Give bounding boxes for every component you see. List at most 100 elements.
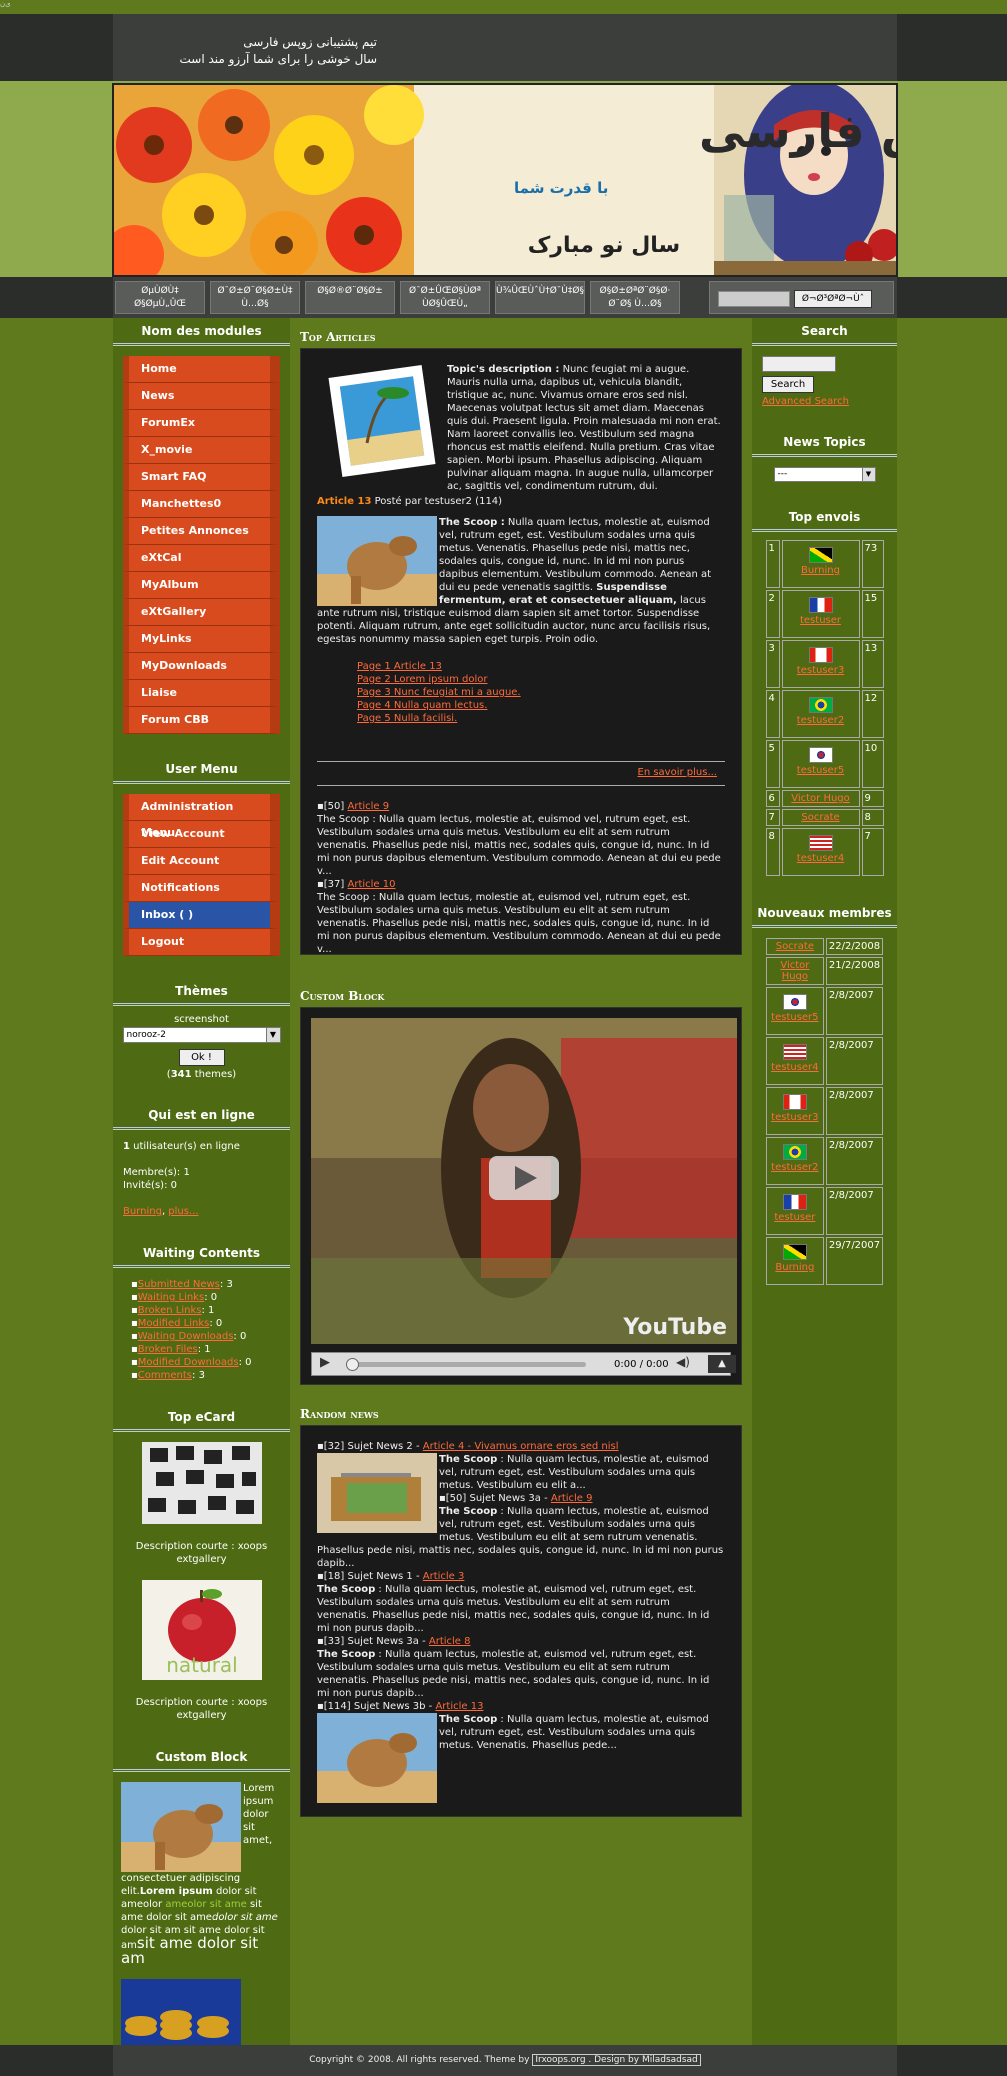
banner-title: زوپس فارسی xyxy=(699,104,896,159)
date-cell: 2/8/2007 xyxy=(825,1187,884,1235)
nav-item-4[interactable]: Ø¯Ø±ÛŒØ§ÙØª ÙØ§ÛŒÙ„ xyxy=(400,281,490,314)
video-scrubber[interactable] xyxy=(346,1358,359,1371)
user-link[interactable]: testuser3 xyxy=(797,665,844,676)
module-mydownloads[interactable]: MyDownloads xyxy=(123,653,280,680)
article-9-link[interactable]: Article 9 xyxy=(348,801,390,812)
article-10-link[interactable]: Article 10 xyxy=(348,879,396,890)
online-more-link[interactable]: plus... xyxy=(168,1206,198,1217)
module-x-movie[interactable]: X_movie xyxy=(123,437,280,464)
user-link[interactable]: testuser4 xyxy=(797,853,844,864)
random-link[interactable]: Article 13 xyxy=(435,1701,483,1712)
user-admin-menu[interactable]: Administration Menu xyxy=(123,794,280,839)
video-controls: ▶ 0:00 / 0:00 ◀) ▲ xyxy=(311,1352,736,1376)
nav-item-1[interactable]: ØµÙØ­Ù‡ Ø§ØµÙ„ÛŒ xyxy=(115,281,205,314)
page-link[interactable]: Page 2 Lorem ipsum dolor xyxy=(357,674,487,685)
custom-bold: Lorem ipsum xyxy=(139,1886,213,1897)
nav-item-2[interactable]: Ø¯Ø±Ø¨Ø§Ø±Ù‡ Ù…Ø§ xyxy=(210,281,300,314)
module-mylinks[interactable]: MyLinks xyxy=(123,626,280,653)
waiting-link[interactable]: Modified Links xyxy=(138,1318,210,1329)
user-link[interactable]: Socrate xyxy=(801,812,839,823)
user-link[interactable]: Burning xyxy=(801,565,840,576)
module-myalbum[interactable]: MyAlbum xyxy=(123,572,280,599)
site-slogan: تیم پشتیبانی زوپس فارسی سال خوشی را برای… xyxy=(179,34,377,68)
user-link[interactable]: testuser5 xyxy=(797,765,844,776)
search-input[interactable] xyxy=(762,356,836,372)
news-topics-title: News Topics xyxy=(752,429,897,457)
user-view-account[interactable]: View Account xyxy=(123,821,280,848)
topics-select[interactable]: --- ▼ xyxy=(773,467,876,482)
nav-item-5[interactable]: Ù¾ÛŒÙˆÙ†Ø¯Ù‡Ø§ xyxy=(495,281,585,314)
nav-search-input[interactable] xyxy=(718,291,790,307)
theme-select[interactable]: norooz-2 ▼ xyxy=(122,1027,281,1043)
online-text: utilisateur(s) en ligne xyxy=(133,1141,240,1152)
random-camel-image xyxy=(317,1713,437,1803)
module-extgallery[interactable]: eXtGallery xyxy=(123,599,280,626)
waiting-count: 1 xyxy=(204,1344,211,1355)
waiting-link[interactable]: Submitted News xyxy=(138,1279,220,1290)
user-edit-account[interactable]: Edit Account xyxy=(123,848,280,875)
waiting-link[interactable]: Waiting Links xyxy=(138,1292,204,1303)
ecard-block: Description courte : xoops extgallery na… xyxy=(113,1432,290,1722)
user-link[interactable]: Socrate xyxy=(776,941,814,952)
random-link[interactable]: Article 8 xyxy=(429,1636,471,1647)
module-forum-cbb[interactable]: Forum CBB xyxy=(123,707,280,734)
video-thumbnail[interactable]: YouTube xyxy=(311,1018,737,1344)
waiting-link[interactable]: Broken Files xyxy=(138,1344,198,1355)
page-link[interactable]: Page 3 Nunc feugiat mi a augue. xyxy=(357,687,521,698)
module-forumex[interactable]: ForumEx xyxy=(123,410,280,437)
flag-icon xyxy=(782,1194,807,1210)
waiting-link[interactable]: Waiting Downloads xyxy=(138,1331,234,1342)
left-sidebar: Nom des modules Home News ForumEx X_movi… xyxy=(113,318,290,2057)
article-10-prefix: [37] xyxy=(323,879,345,890)
search-button[interactable]: Search xyxy=(762,376,814,393)
user-link[interactable]: Burning xyxy=(775,1262,814,1273)
nav-item-3[interactable]: Ø§Ø®Ø¨Ø§Ø± xyxy=(305,281,395,314)
nav-item-6[interactable]: Ø§Ø±ØªØ¨Ø§Ø· Ø¨Ø§ Ù…Ø§ xyxy=(590,281,680,314)
user-link[interactable]: testuser2 xyxy=(797,715,844,726)
waiting-link[interactable]: Broken Links xyxy=(138,1305,202,1316)
user-link[interactable]: testuser xyxy=(774,1212,815,1223)
advanced-search-link[interactable]: Advanced Search xyxy=(762,396,849,407)
user-link[interactable]: Victor Hugo xyxy=(780,960,809,982)
user-logout[interactable]: Logout xyxy=(123,929,280,956)
read-more-link[interactable]: En savoir plus... xyxy=(638,767,718,778)
random-link[interactable]: Article 4 - Vivamus ornare eros sed nisl xyxy=(423,1441,619,1452)
random-link[interactable]: Article 3 xyxy=(423,1571,465,1582)
volume-icon[interactable]: ◀) xyxy=(676,1356,690,1369)
page-link[interactable]: Page 5 Nulla facilisi. xyxy=(357,713,457,724)
user-link[interactable]: testuser xyxy=(800,615,841,626)
user-link[interactable]: testuser4 xyxy=(771,1062,818,1073)
user-inbox[interactable]: Inbox ( ) xyxy=(123,902,280,929)
article-camel-image xyxy=(317,516,437,606)
flowers-graphic xyxy=(114,85,424,275)
ecard-image-1[interactable] xyxy=(141,1442,262,1524)
theme-ok-button[interactable]: Ok ! xyxy=(178,1049,225,1066)
module-manchettes[interactable]: Manchettes0 xyxy=(123,491,280,518)
module-extcal[interactable]: eXtCal xyxy=(123,545,280,572)
user-link[interactable]: testuser2 xyxy=(771,1162,818,1173)
module-news[interactable]: News xyxy=(123,383,280,410)
module-liaise[interactable]: Liaise xyxy=(123,680,280,707)
user-link[interactable]: Victor Hugo xyxy=(791,793,850,804)
waiting-link[interactable]: Modified Downloads xyxy=(138,1357,239,1368)
page-link[interactable]: Page 4 Nulla quam lectus. xyxy=(357,700,487,711)
table-row: Victor Hugo 21/2/2008 xyxy=(765,957,884,985)
fullscreen-icon[interactable]: ▲ xyxy=(708,1355,736,1373)
corner-glyph: ﻯﻥ xyxy=(0,0,11,8)
module-petites-annonces[interactable]: Petites Annonces xyxy=(123,518,280,545)
random-link[interactable]: Article 9 xyxy=(551,1493,593,1504)
module-home[interactable]: Home xyxy=(123,356,280,383)
user-link[interactable]: testuser5 xyxy=(771,1012,818,1023)
nav-search-button[interactable]: Ø¬Ø³ØªØ¬Ùˆ xyxy=(794,290,872,308)
user-notifications[interactable]: Notifications xyxy=(123,875,280,902)
ecard-image-2[interactable]: natural xyxy=(141,1580,262,1680)
new-members-title: Nouveaux membres xyxy=(752,900,897,928)
footer-credit[interactable]: Irxoops.org . Design by Miladsadsad xyxy=(532,2054,701,2066)
user-link[interactable]: testuser3 xyxy=(771,1112,818,1123)
module-smart-faq[interactable]: Smart FAQ xyxy=(123,464,280,491)
page-link[interactable]: Page 1 Article 13 xyxy=(357,661,442,672)
play-button[interactable]: ▶ xyxy=(320,1356,330,1369)
waiting-link[interactable]: Comments xyxy=(138,1370,192,1381)
video-progress[interactable] xyxy=(346,1362,586,1367)
online-user-link[interactable]: Burning xyxy=(123,1206,162,1217)
